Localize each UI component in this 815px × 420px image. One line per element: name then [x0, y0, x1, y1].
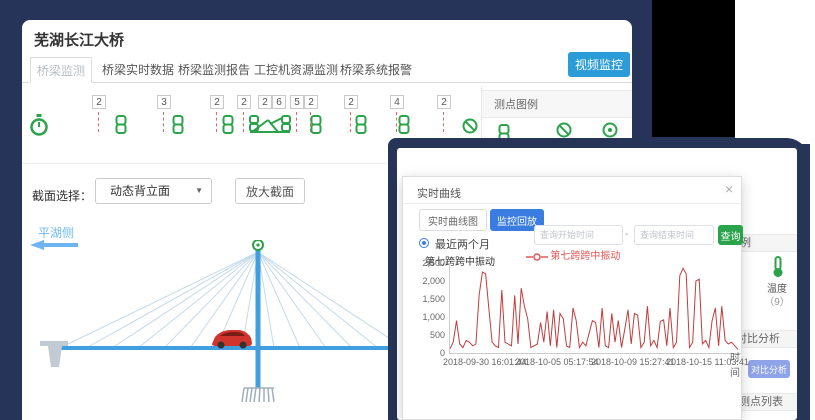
background-white-edge — [810, 138, 815, 420]
sensor-count-badge: 2 — [304, 95, 318, 109]
no-entry-icon — [556, 122, 572, 138]
dialog-divider — [403, 203, 741, 204]
y-tick: 500 — [405, 330, 445, 340]
enlarge-section-button[interactable]: 放大截面 — [235, 178, 305, 204]
tab-realtime-curve[interactable]: 实时曲线图 — [419, 209, 487, 231]
section-select-label: 截面选择： — [32, 183, 92, 209]
tower-top-sensor-icon — [253, 240, 263, 250]
sensor-drop-line — [243, 112, 244, 132]
sensor-count-badge: 6 — [272, 95, 286, 109]
sensor-count-badge: 4 — [390, 95, 404, 109]
sensor-drop-line — [98, 112, 99, 132]
chain-link-icon — [222, 115, 234, 134]
query-button[interactable]: 查询 — [718, 225, 743, 245]
query-end-time-input[interactable] — [634, 225, 714, 245]
background-white-panel — [735, 0, 815, 144]
realtime-curve-dialog: 实时曲线 × 实时曲线图 监控回放 最近两个月 - 查询 第七跨跨中振动 第七跨… — [402, 176, 742, 420]
sensor-drop-line — [163, 112, 164, 132]
sensor-drop-line — [350, 112, 351, 132]
chevron-down-icon: ▼ — [195, 179, 203, 203]
tab-ipc-resource[interactable]: 工控机资源监测 — [254, 57, 338, 83]
background-black-panel — [652, 0, 735, 137]
sensor-drop-line — [443, 112, 444, 132]
section-dropdown-value: 动态背立面 — [110, 184, 170, 198]
x-tick: 2018-10-05 05:17:54 — [515, 357, 599, 367]
legend-panel-title: 测点图例 — [482, 90, 632, 118]
x-tick: 2018-10-09 15:27:41 — [591, 357, 675, 367]
sensor-drop-line — [296, 112, 297, 132]
sensor-count-badge: 2 — [344, 95, 358, 109]
tab-monitoring-report[interactable]: 桥梁监测报告 — [178, 57, 250, 83]
dialog-title: 实时曲线 — [417, 185, 461, 201]
page-title: 芜湖长江大桥 — [34, 29, 124, 50]
close-icon[interactable]: × — [725, 181, 733, 197]
thermometer-icon — [772, 256, 784, 278]
stopwatch-icon — [30, 113, 48, 137]
sensor-drop-line — [396, 112, 397, 132]
chain-link-icon — [398, 115, 410, 134]
sensor-count-badge: 2 — [437, 95, 451, 109]
compare-analysis-button[interactable]: 对比分析 — [748, 360, 790, 378]
main-tabbar: 桥梁监测 桥梁实时数据 桥梁监测报告 工控机资源监测 桥梁系统报警 — [22, 57, 632, 83]
y-tick: 1,000 — [405, 312, 445, 322]
tab-bridge-monitoring[interactable]: 桥梁监测 — [30, 57, 92, 83]
x-axis-title: 时间 — [730, 349, 741, 379]
sensor-count-badge: 5 — [290, 95, 304, 109]
sensor-count-badge: 2 — [237, 95, 251, 109]
y-tick: 1,500 — [405, 294, 445, 304]
video-monitor-button[interactable]: 视频监控 — [568, 52, 630, 77]
legend-marker-icon — [526, 253, 548, 261]
chain-link-icon — [172, 115, 184, 134]
legend-text: 第七跨跨中振动 — [550, 251, 620, 262]
chain-link-icon — [115, 115, 127, 134]
y-tick: 2,500 — [405, 258, 445, 268]
y-tick: 0 — [405, 348, 445, 358]
no-entry-icon — [462, 118, 478, 134]
sensor-drop-line — [216, 112, 217, 132]
temperature-count: （9） — [759, 293, 795, 308]
gantry-sensor-icon — [248, 112, 292, 138]
tab-realtime-data[interactable]: 桥梁实时数据 — [102, 57, 174, 83]
vibration-chart — [449, 263, 741, 355]
range-separator: - — [625, 229, 628, 240]
tab-system-alarm[interactable]: 桥梁系统报警 — [340, 57, 412, 83]
y-tick: 2,000 — [405, 276, 445, 286]
desktop: 芜湖长江大桥 桥梁监测 桥梁实时数据 桥梁监测报告 工控机资源监测 桥梁系统报警… — [0, 0, 815, 420]
chain-link-icon — [355, 115, 367, 134]
section-dropdown[interactable]: 动态背立面 ▼ — [95, 178, 212, 204]
car — [212, 330, 252, 349]
sensor-count-badge: 2 — [258, 95, 272, 109]
chain-link-icon — [310, 115, 322, 134]
sensor-dot-icon — [602, 122, 618, 138]
sensor-count-badge: 2 — [92, 95, 106, 109]
sensor-count-badge: 3 — [157, 95, 171, 109]
bridge-pier — [40, 341, 68, 367]
sensor-count-badge: 2 — [210, 95, 224, 109]
query-start-time-input[interactable] — [534, 225, 623, 245]
bridge-foundation — [242, 388, 274, 402]
chart-series-line — [450, 268, 738, 349]
